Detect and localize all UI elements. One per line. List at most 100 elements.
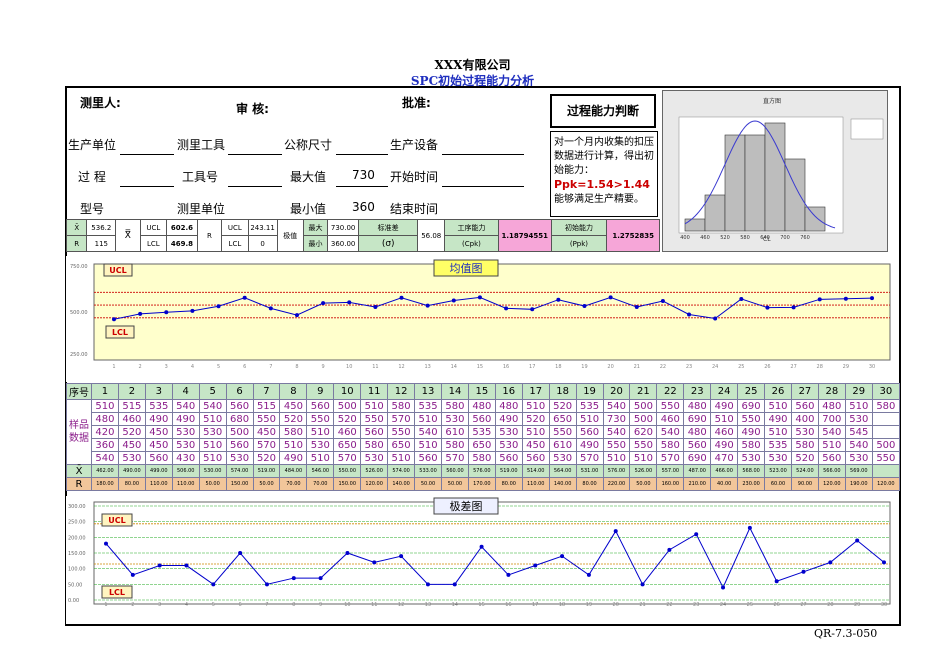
sample-cell[interactable]: 650 [387,438,416,452]
sample-cell[interactable]: 580 [467,451,496,465]
sample-cell[interactable]: 490 [575,438,604,452]
sample-cell[interactable]: 510 [198,451,227,465]
sample-cell[interactable]: 550 [252,412,281,426]
sample-cell[interactable]: 500 [629,412,658,426]
sample-cell[interactable]: 540 [602,425,631,439]
sample-cell[interactable]: 560 [817,451,846,465]
sample-cell[interactable]: 430 [171,451,200,465]
sample-cell[interactable]: 530 [225,451,254,465]
sample-cell[interactable]: 550 [629,438,658,452]
sample-cell[interactable]: 540 [656,425,685,439]
sample-cell[interactable]: 540 [817,425,846,439]
sample-cell[interactable]: 550 [737,412,766,426]
tool-no-field[interactable] [228,172,282,187]
sample-cell[interactable]: 650 [548,412,577,426]
sample-cell[interactable]: 520 [279,412,308,426]
sample-cell[interactable]: 515 [117,399,146,413]
sample-cell[interactable]: 450 [144,438,173,452]
sample-cell[interactable]: 510 [764,399,792,413]
sample-cell[interactable]: 510 [764,425,792,439]
sample-cell[interactable]: 580 [360,438,389,452]
sample-cell[interactable]: 515 [252,399,281,413]
sample-cell[interactable]: 560 [225,399,254,413]
sample-cell[interactable]: 510 [306,451,335,465]
sample-cell[interactable]: 535 [575,399,604,413]
sample-cell[interactable]: 570 [252,438,281,452]
sample-cell[interactable]: 570 [333,451,362,465]
sample-cell[interactable]: 680 [225,412,254,426]
sample-cell[interactable]: 510 [279,438,308,452]
sample-cell[interactable]: 550 [602,438,631,452]
sample-cell[interactable]: 450 [252,425,281,439]
sample-cell[interactable]: 560 [790,399,819,413]
sample-cell[interactable]: 580 [871,399,901,413]
sample-cell[interactable]: 610 [548,438,577,452]
sample-cell[interactable]: 580 [387,399,416,413]
start-time-field[interactable] [442,172,524,187]
sample-cell[interactable]: 560 [225,438,254,452]
sample-cell[interactable]: 510 [414,438,442,452]
sample-cell[interactable]: 530 [790,425,819,439]
sample-cell[interactable]: 510 [198,438,227,452]
sample-cell[interactable]: 530 [494,425,523,439]
sample-cell[interactable]: 490 [494,412,523,426]
process-field[interactable] [120,172,174,187]
sample-cell[interactable]: 535 [144,399,173,413]
sample-cell[interactable]: 520 [333,412,362,426]
sample-cell[interactable]: 535 [467,425,496,439]
sample-cell[interactable]: 530 [360,451,389,465]
sample-cell[interactable]: 510 [387,451,416,465]
sample-cell[interactable]: 510 [602,451,631,465]
sample-cell[interactable]: 510 [91,399,119,413]
sample-cell[interactable]: 560 [467,412,496,426]
sample-cell[interactable]: 490 [279,451,308,465]
sample-cell[interactable]: 530 [764,451,792,465]
sample-cell[interactable]: 570 [575,451,604,465]
sample-cell[interactable]: 400 [790,412,819,426]
sample-cell[interactable]: 550 [306,412,335,426]
sample-cell[interactable]: 500 [629,399,658,413]
sample-cell[interactable]: 650 [333,438,362,452]
sample-cell[interactable]: 460 [656,412,685,426]
sample-cell[interactable]: 450 [521,438,550,452]
nominal-field[interactable] [336,140,388,155]
sample-cell[interactable]: 530 [171,425,200,439]
sample-cell[interactable]: 520 [521,412,550,426]
sample-cell[interactable]: 690 [683,412,712,426]
sample-cell[interactable]: 490 [144,412,173,426]
sample-cell[interactable]: 530 [494,438,523,452]
sample-cell[interactable]: 360 [91,438,119,452]
sample-cell[interactable]: 690 [737,399,766,413]
sample-cell[interactable]: 540 [171,399,200,413]
sample-cell[interactable]: 570 [656,451,685,465]
sample-cell[interactable]: 490 [171,412,200,426]
sample-cell[interactable]: 530 [737,451,766,465]
sample-cell[interactable]: 610 [440,425,469,439]
sample-cell[interactable]: 510 [414,412,442,426]
sample-cell[interactable]: 530 [117,451,146,465]
sample-cell[interactable]: 550 [387,425,416,439]
sample-cell[interactable]: 540 [91,451,119,465]
sample-cell[interactable]: 480 [817,399,846,413]
sample-cell[interactable]: 560 [494,451,523,465]
sample-cell[interactable]: 480 [494,399,523,413]
sample-cell[interactable]: 510 [306,425,335,439]
sample-cell[interactable]: 580 [279,425,308,439]
sample-cell[interactable]: 535 [764,438,792,452]
sample-cell[interactable]: 580 [737,438,766,452]
sample-cell[interactable]: 530 [844,412,873,426]
sample-cell[interactable]: 520 [117,425,146,439]
sample-cell[interactable]: 520 [790,451,819,465]
sample-cell[interactable]: 510 [198,412,227,426]
sample-cell[interactable]: 540 [198,399,227,413]
prod-unit-field[interactable] [120,140,174,155]
sample-cell[interactable]: 530 [198,425,227,439]
sample-cell[interactable]: 560 [521,451,550,465]
sample-cell[interactable]: 480 [91,412,119,426]
sample-cell[interactable]: 530 [306,438,335,452]
sample-cell[interactable]: 510 [844,399,873,413]
sample-cell[interactable]: 690 [683,451,712,465]
sample-cell[interactable]: 540 [844,438,873,452]
sample-cell[interactable]: 480 [467,399,496,413]
sample-cell[interactable]: 450 [144,425,173,439]
